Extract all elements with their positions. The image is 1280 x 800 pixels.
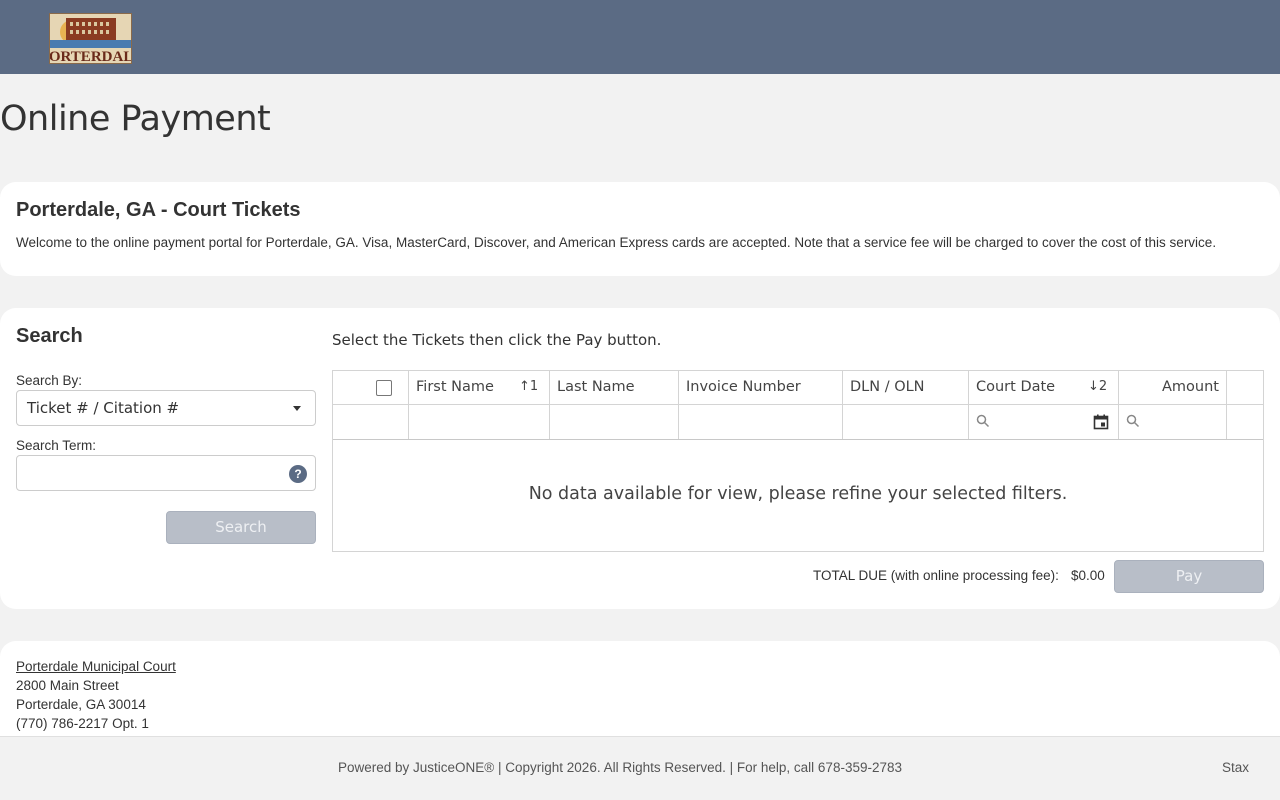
pay-button[interactable]: Pay [1114, 560, 1264, 593]
column-spacer [1227, 371, 1263, 404]
column-invoice-number[interactable]: Invoice Number [679, 371, 843, 404]
search-by-value: Ticket # / Citation # [27, 399, 180, 417]
search-title: Search [16, 325, 83, 347]
stax-link[interactable]: Stax [1222, 760, 1249, 775]
filter-cell [333, 405, 409, 439]
filter-invoice-number[interactable] [679, 405, 843, 439]
court-phone: (770) 786-2217 Opt. 1 [16, 716, 149, 731]
search-by-label: Search By: [16, 373, 83, 388]
total-due-value: $0.00 [1071, 568, 1105, 583]
tickets-grid: First Name ↑1 Last Name Invoice Number D… [332, 370, 1264, 552]
logo-text: PORTERDALE [50, 49, 132, 64]
results-instruction: Select the Tickets then click the Pay bu… [332, 331, 662, 349]
column-label: First Name [416, 379, 494, 395]
help-icon[interactable]: ? [289, 465, 307, 483]
filter-spacer [1227, 405, 1263, 439]
search-icon [976, 414, 990, 433]
intro-title: Porterdale, GA - Court Tickets [16, 199, 301, 221]
top-header-bar: PORTERDALE [0, 0, 1280, 74]
footer-copyright: Powered by JusticeONE® | Copyright 2026.… [338, 760, 902, 775]
filter-last-name[interactable] [550, 405, 679, 439]
column-dln-oln[interactable]: DLN / OLN [843, 371, 969, 404]
sort-asc-icon: ↑1 [519, 379, 539, 394]
search-icon [1126, 414, 1140, 433]
calendar-icon[interactable] [1093, 414, 1109, 435]
intro-card [0, 182, 1280, 276]
column-label: Last Name [557, 379, 635, 395]
intro-text: Welcome to the online payment portal for… [16, 235, 1217, 250]
grid-filter-row [333, 405, 1263, 440]
court-city: Porterdale, GA 30014 [16, 697, 146, 712]
column-label: Amount [1162, 379, 1219, 395]
filter-court-date[interactable] [969, 405, 1119, 439]
column-last-name[interactable]: Last Name [550, 371, 679, 404]
search-by-select[interactable]: Ticket # / Citation # [16, 390, 316, 426]
empty-grid-message: No data available for view, please refin… [528, 484, 1068, 504]
search-term-input[interactable]: ? [16, 455, 316, 491]
total-due-label: TOTAL DUE (with online processing fee): [813, 568, 1059, 583]
select-all-checkbox[interactable] [376, 380, 392, 396]
column-label: Court Date [976, 379, 1056, 395]
court-name-link[interactable]: Porterdale Municipal Court [16, 659, 176, 674]
search-term-label: Search Term: [16, 438, 97, 453]
page-footer: Powered by JusticeONE® | Copyright 2026.… [0, 736, 1280, 800]
page-title: Online Payment [0, 99, 271, 139]
grid-header-row: First Name ↑1 Last Name Invoice Number D… [333, 371, 1263, 405]
column-label: DLN / OLN [850, 379, 925, 395]
sort-desc-icon: ↓2 [1088, 379, 1108, 394]
column-label: Invoice Number [686, 379, 801, 395]
column-first-name[interactable]: First Name ↑1 [409, 371, 550, 404]
select-all-column [333, 371, 409, 404]
filter-first-name[interactable] [409, 405, 550, 439]
filter-amount[interactable] [1119, 405, 1227, 439]
court-street: 2800 Main Street [16, 678, 119, 693]
filter-dln-oln[interactable] [843, 405, 969, 439]
porterdale-logo[interactable]: PORTERDALE [49, 13, 132, 64]
chevron-down-icon [293, 406, 301, 411]
column-court-date[interactable]: Court Date ↓2 [969, 371, 1119, 404]
column-amount[interactable]: Amount [1119, 371, 1227, 404]
search-button[interactable]: Search [166, 511, 316, 544]
